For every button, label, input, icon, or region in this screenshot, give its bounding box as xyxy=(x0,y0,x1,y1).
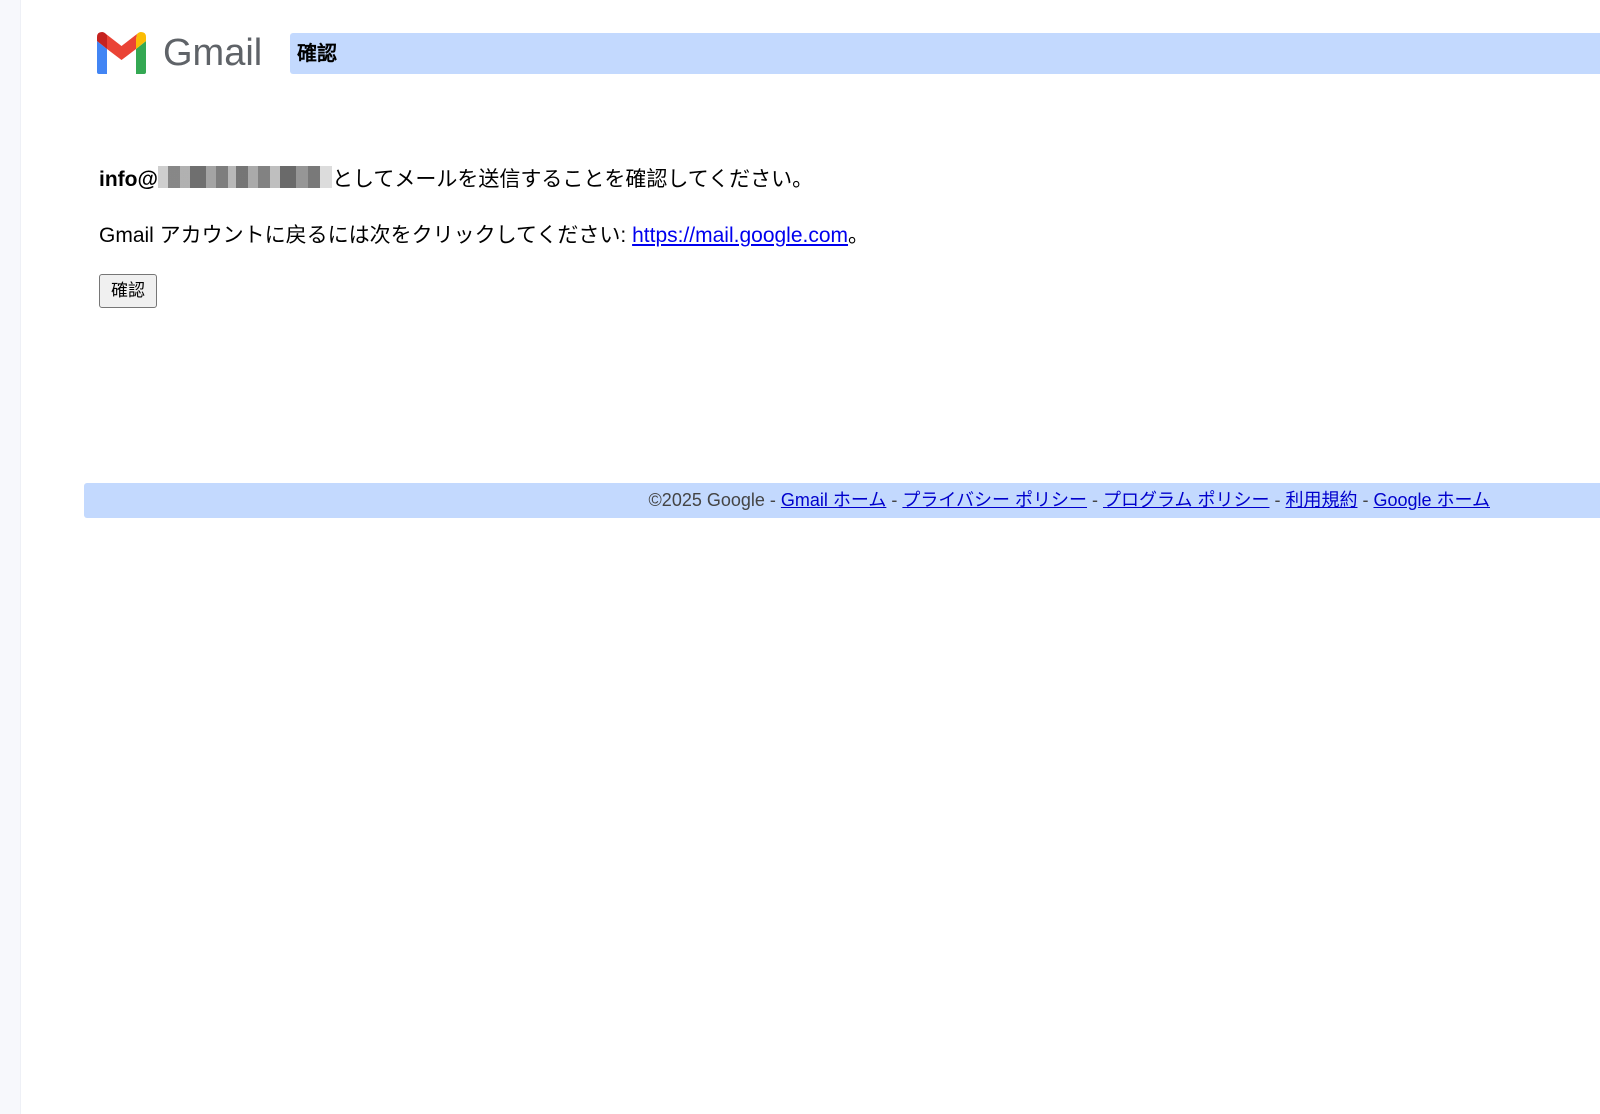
gmail-logo[interactable]: Gmail xyxy=(93,30,268,76)
footer-links: ©2025 Google - Gmail ホーム - プライバシー ポリシー -… xyxy=(649,489,1490,511)
gmail-m-logo-icon xyxy=(93,31,150,75)
footer-separator: - xyxy=(1357,490,1374,510)
page-title: 確認 xyxy=(297,43,337,65)
gmail-logo-text: Gmail xyxy=(163,32,263,74)
footer: ©2025 Google - Gmail ホーム - プライバシー ポリシー -… xyxy=(84,483,1600,518)
title-bar: 確認 xyxy=(290,33,1600,74)
footer-link-google-home[interactable]: Google ホーム xyxy=(1373,490,1490,510)
footer-copyright: ©2025 Google xyxy=(648,490,765,510)
footer-separator: - xyxy=(1087,490,1104,510)
gmail-link[interactable]: https://mail.google.com xyxy=(632,224,848,247)
return-instruction-text: Gmail アカウントに戻るには次をクリックしてください: xyxy=(99,224,633,247)
footer-link-program-policy[interactable]: プログラム ポリシー xyxy=(1103,490,1269,510)
confirm-button[interactable]: 確認 xyxy=(99,274,157,308)
footer-separator: - xyxy=(1269,490,1286,510)
footer-link-gmail-home[interactable]: Gmail ホーム xyxy=(781,490,886,510)
email-address: info@ xyxy=(99,166,332,191)
footer-link-privacy-policy[interactable]: プライバシー ポリシー xyxy=(902,490,1087,510)
footer-separator: - xyxy=(886,490,903,510)
footer-separator: - xyxy=(764,490,781,510)
left-edge-strip xyxy=(0,0,21,1114)
footer-link-terms[interactable]: 利用規約 xyxy=(1285,490,1357,510)
email-local-part: info@ xyxy=(99,168,158,191)
return-instruction: Gmail アカウントに戻るには次をクリックしてください: https://ma… xyxy=(99,222,869,250)
confirm-message: info@ としてメールを送信することを確認してください。 xyxy=(99,166,813,194)
confirm-message-text: としてメールを送信することを確認してください。 xyxy=(331,168,814,191)
redacted-email-domain xyxy=(157,166,332,189)
return-period: 。 xyxy=(848,224,870,247)
